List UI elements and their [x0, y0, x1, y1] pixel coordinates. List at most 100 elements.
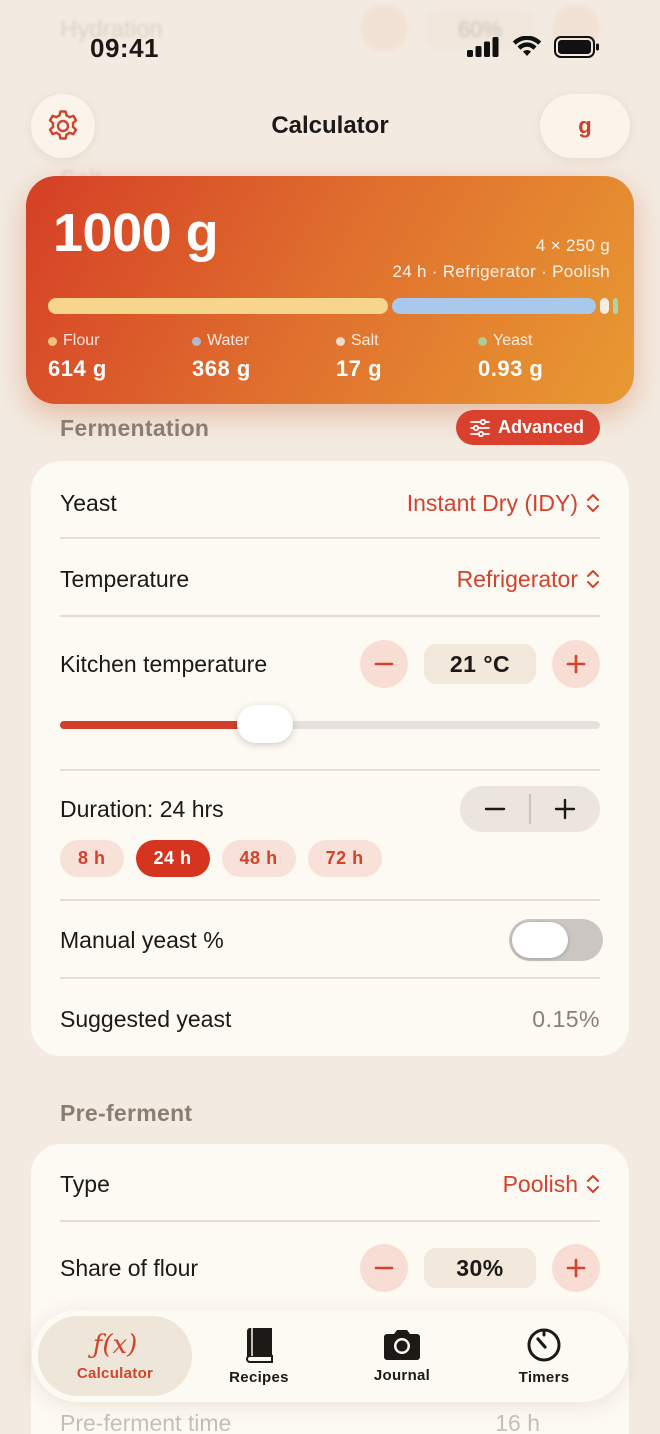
duration-label: Duration: 24 hrs — [60, 795, 224, 822]
yeast-row[interactable]: Yeast Instant Dry (IDY) — [60, 483, 600, 523]
ingredient-label: Water — [207, 332, 250, 349]
ingredient-yeast: Yeast 0.93 g — [478, 332, 543, 382]
ingredient-value: 368 g — [192, 356, 251, 381]
status-time: 09:41 — [90, 33, 159, 63]
suggested-yeast-label: Suggested yeast — [60, 1005, 232, 1032]
duration-chip-48h[interactable]: 48 h — [221, 840, 296, 877]
yeast-label: Yeast — [60, 489, 117, 516]
function-icon: ƒ(x) — [92, 1329, 138, 1360]
yeast-dot — [478, 336, 487, 346]
ingredient-salt: Salt 17 g — [336, 332, 382, 382]
manual-yeast-row: Manual yeast % — [60, 919, 603, 961]
chevron-up-down-icon — [587, 570, 599, 588]
plus-icon — [566, 654, 586, 674]
ingredient-value: 614 g — [48, 356, 107, 381]
kitchen-temperature-value: 21 °C — [424, 644, 536, 684]
timer-icon — [527, 1328, 561, 1361]
dough-summary-card: 1000 g 4 × 250 g 24 h · Refrigerator · P… — [26, 176, 634, 404]
battery-icon — [554, 36, 599, 58]
yeast-picker[interactable]: Instant Dry (IDY) — [407, 490, 600, 517]
temperature-row[interactable]: Temperature Refrigerator — [60, 559, 600, 599]
duration-row: Duration: 24 hrs — [60, 785, 600, 833]
temperature-value: Refrigerator — [456, 565, 578, 592]
tab-recipes[interactable]: Recipes — [182, 1316, 336, 1396]
portions-text: 4 × 250 g — [535, 236, 610, 255]
chevron-up-down-icon — [587, 1175, 599, 1193]
tab-timers[interactable]: Timers — [467, 1316, 621, 1396]
divider — [60, 537, 600, 539]
slider-thumb[interactable] — [237, 705, 293, 743]
kitchen-temperature-label: Kitchen temperature — [60, 650, 268, 677]
manual-yeast-toggle[interactable] — [509, 919, 603, 961]
wifi-icon — [512, 36, 542, 56]
preferment-section-title: Pre-ferment — [60, 1100, 193, 1126]
tab-bar: ƒ(x) Calculator Recipes Journal Timers — [32, 1310, 628, 1402]
plus-icon — [555, 798, 576, 820]
sliders-icon — [470, 418, 490, 437]
flour-dot — [48, 336, 57, 346]
fermentation-card: Yeast Instant Dry (IDY) Temperature Refr… — [31, 461, 629, 1056]
duration-stepper — [460, 786, 600, 832]
salt-dot — [336, 336, 345, 346]
ingredient-water: Water 368 g — [192, 332, 251, 382]
temperature-label: Temperature — [60, 565, 190, 592]
advanced-label: Advanced — [497, 417, 584, 437]
ingredient-value: 17 g — [336, 356, 383, 381]
tab-label: Journal — [373, 1366, 431, 1384]
salt-segment — [600, 298, 609, 314]
duration-decrement-button[interactable] — [460, 786, 529, 832]
preferment-type-row[interactable]: Type Poolish — [60, 1164, 600, 1204]
duration-chip-72h[interactable]: 72 h — [307, 840, 382, 877]
duration-chip-8h[interactable]: 8 h — [60, 840, 124, 877]
temperature-picker[interactable]: Refrigerator — [457, 566, 600, 593]
share-of-flour-row: Share of flour 30% — [60, 1244, 600, 1292]
share-of-flour-label: Share of flour — [60, 1254, 199, 1281]
kitchen-temperature-stepper: 21 °C — [360, 640, 600, 688]
ingredient-label: Flour — [63, 332, 100, 349]
summary-details-text: 24 h · Refrigerator · Poolish — [392, 262, 610, 281]
suggested-yeast-row: Suggested yeast 0.15% — [60, 999, 600, 1039]
kitchen-temperature-slider[interactable] — [60, 705, 600, 743]
divider — [60, 977, 600, 979]
advanced-button[interactable]: Advanced — [455, 410, 600, 445]
duration-increment-button[interactable] — [531, 786, 600, 832]
camera-icon — [384, 1329, 420, 1360]
divider — [60, 1220, 600, 1222]
minus-icon — [484, 807, 505, 811]
decrement-button[interactable] — [360, 640, 408, 688]
manual-yeast-label: Manual yeast % — [60, 926, 224, 953]
preferment-type-value: Poolish — [502, 1170, 578, 1197]
share-of-flour-value: 30% — [424, 1248, 536, 1288]
chevron-up-down-icon — [587, 494, 599, 512]
fermentation-section-title: Fermentation — [60, 415, 210, 441]
preferment-time-label: Pre-ferment time — [60, 1409, 232, 1434]
ingredient-label: Salt — [351, 332, 379, 349]
increment-button[interactable] — [552, 640, 600, 688]
preferment-type-label: Type — [60, 1170, 110, 1197]
water-segment — [392, 298, 596, 314]
minus-icon — [374, 662, 394, 666]
tab-journal[interactable]: Journal — [325, 1316, 479, 1396]
toggle-knob — [512, 922, 568, 958]
duration-presets: 8 h 24 h 48 h 72 h — [60, 840, 382, 877]
share-of-flour-stepper: 30% — [360, 1244, 600, 1292]
cellular-signal-icon — [467, 37, 499, 57]
ingredient-ratio-bar — [48, 298, 618, 314]
plus-icon — [566, 1258, 586, 1278]
increment-button[interactable] — [552, 1244, 600, 1292]
duration-chip-24h[interactable]: 24 h — [135, 840, 210, 877]
preferment-time-value: 16 h — [495, 1409, 540, 1434]
minus-icon — [374, 1266, 394, 1270]
divider — [60, 769, 600, 771]
unit-toggle-button[interactable]: g — [540, 94, 630, 158]
water-dot — [192, 336, 201, 346]
ingredient-flour: Flour 614 g — [48, 332, 107, 382]
preferment-type-picker[interactable]: Poolish — [503, 1171, 600, 1198]
preferment-time-row: Pre-ferment time 16 h — [60, 1408, 600, 1434]
tab-label: Calculator — [76, 1364, 154, 1382]
decrement-button[interactable] — [360, 1244, 408, 1292]
tab-label: Recipes — [229, 1368, 289, 1386]
divider — [60, 899, 600, 901]
yeast-value: Instant Dry (IDY) — [406, 489, 578, 516]
tab-calculator[interactable]: ƒ(x) Calculator — [38, 1316, 192, 1396]
